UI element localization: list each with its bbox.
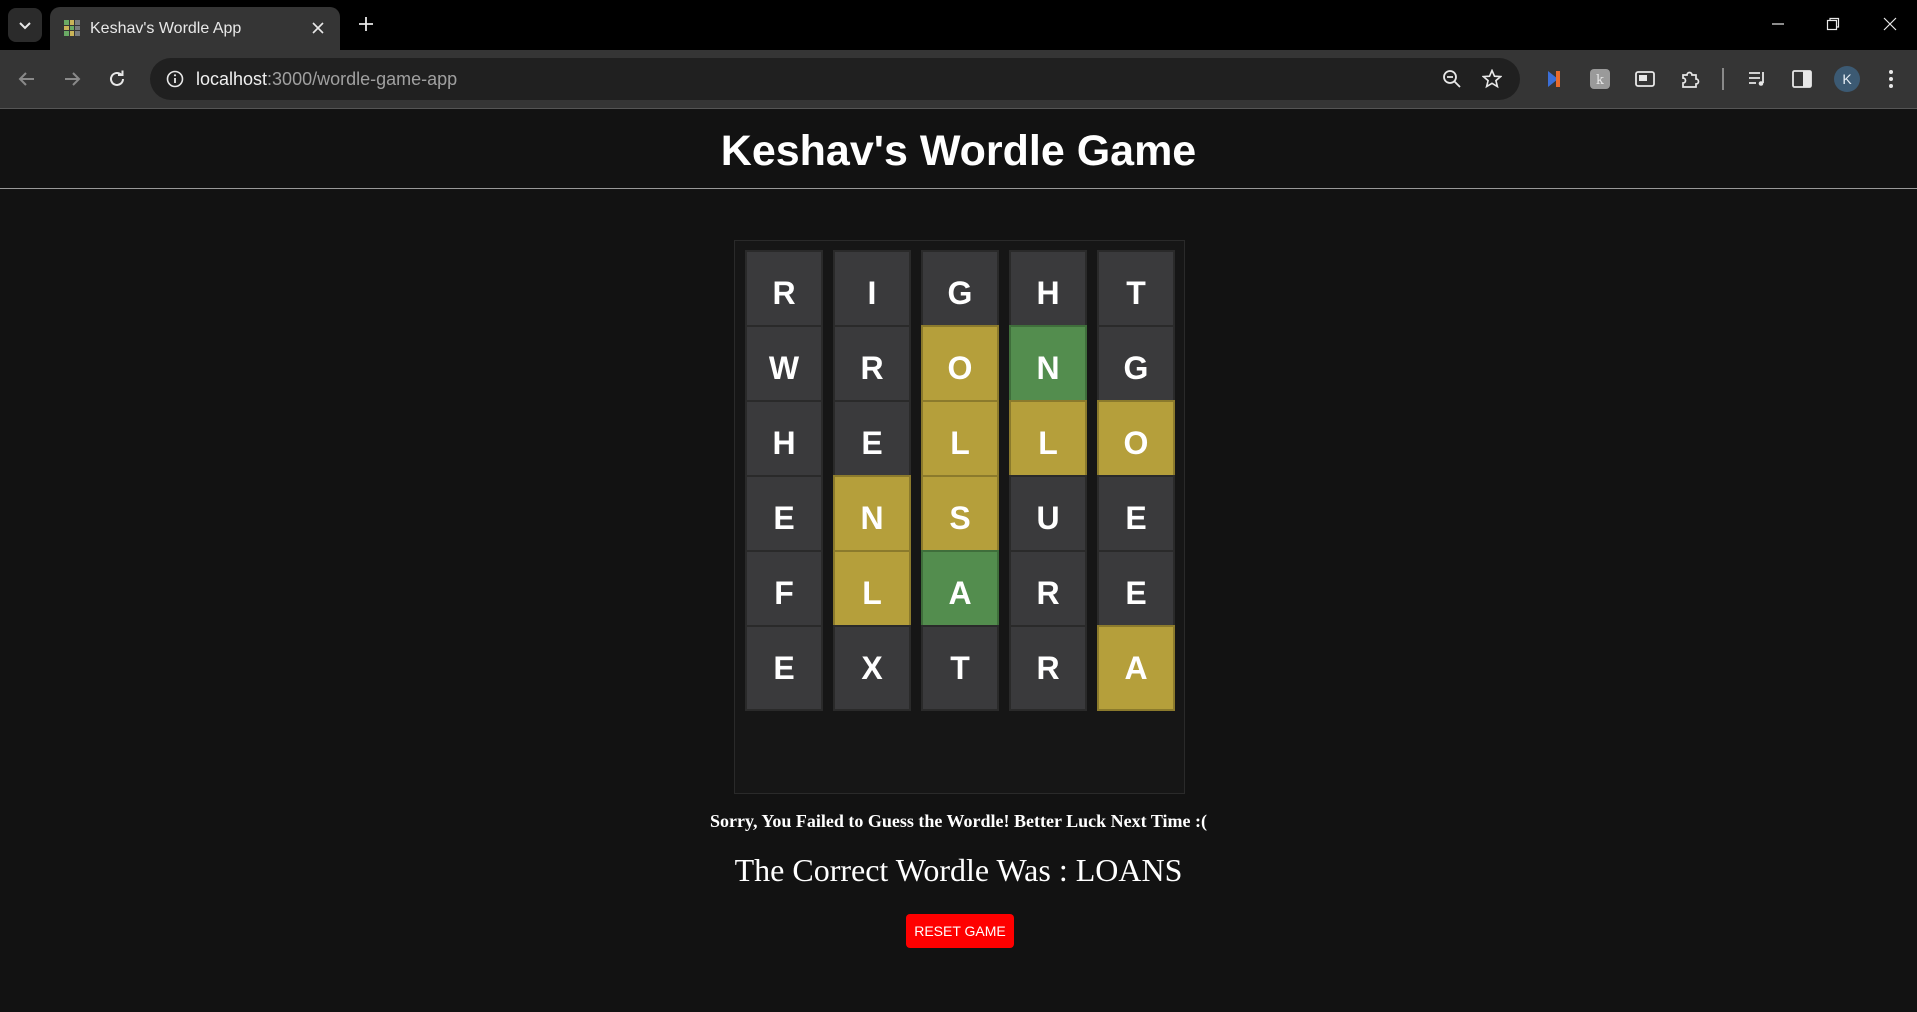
board-row: WRONG bbox=[745, 325, 1175, 411]
letter-tile: E bbox=[745, 625, 823, 711]
board-row: RIGHT bbox=[745, 250, 1175, 336]
zoom-out-icon[interactable] bbox=[1440, 67, 1464, 91]
letter-tile: E bbox=[1097, 550, 1175, 636]
page-title: Keshav's Wordle Game bbox=[720, 127, 1197, 175]
letter-tile: O bbox=[1097, 400, 1175, 486]
reload-icon[interactable] bbox=[100, 62, 134, 96]
site-info-icon[interactable] bbox=[162, 66, 188, 92]
board-row: ENSUE bbox=[745, 475, 1175, 561]
letter-tile: E bbox=[833, 400, 911, 486]
letter-tile: N bbox=[833, 475, 911, 561]
fail-message: Sorry, You Failed to Guess the Wordle! B… bbox=[710, 811, 1207, 831]
letter-tile: T bbox=[1097, 250, 1175, 336]
profile-avatar[interactable]: K bbox=[1834, 66, 1860, 92]
address-bar[interactable]: localhost:3000/wordle-game-app bbox=[150, 58, 1520, 100]
letter-tile: L bbox=[833, 550, 911, 636]
browser-tab-bar: Keshav's Wordle App bbox=[0, 0, 1917, 50]
letter-tile: A bbox=[921, 550, 999, 636]
board-row: FLARE bbox=[745, 550, 1175, 636]
minimize-icon[interactable] bbox=[1756, 6, 1800, 42]
letter-tile: S bbox=[921, 475, 999, 561]
page-header: Keshav's Wordle Game bbox=[0, 109, 1917, 189]
letter-tile: X bbox=[833, 625, 911, 711]
forward-arrow-icon[interactable] bbox=[55, 62, 89, 96]
back-arrow-icon[interactable] bbox=[10, 62, 44, 96]
puzzle-icon[interactable] bbox=[1677, 66, 1703, 92]
letter-tile: F bbox=[745, 550, 823, 636]
close-icon[interactable] bbox=[306, 16, 330, 40]
menu-dots-icon[interactable] bbox=[1878, 66, 1904, 92]
media-icon[interactable] bbox=[1632, 66, 1658, 92]
toolbar-divider bbox=[1722, 68, 1724, 90]
svg-text:k: k bbox=[1596, 73, 1604, 88]
extension-icon[interactable] bbox=[1542, 66, 1568, 92]
letter-tile: G bbox=[921, 250, 999, 336]
browser-toolbar: localhost:3000/wordle-game-app k K bbox=[0, 50, 1917, 108]
browser-tab[interactable]: Keshav's Wordle App bbox=[50, 7, 340, 50]
letter-tile: R bbox=[1009, 625, 1087, 711]
letter-tile: R bbox=[833, 325, 911, 411]
letter-tile: A bbox=[1097, 625, 1175, 711]
letter-tile: H bbox=[745, 400, 823, 486]
letter-tile: L bbox=[921, 400, 999, 486]
favicon-icon bbox=[64, 20, 80, 36]
close-window-icon[interactable] bbox=[1868, 6, 1912, 42]
sidepanel-icon[interactable] bbox=[1789, 66, 1815, 92]
correct-answer: The Correct Wordle Was : LOANS bbox=[734, 852, 1183, 888]
restore-icon[interactable] bbox=[1811, 6, 1855, 42]
extension-icon[interactable]: k bbox=[1587, 66, 1613, 92]
letter-tile: E bbox=[745, 475, 823, 561]
letter-tile: I bbox=[833, 250, 911, 336]
letter-tile: E bbox=[1097, 475, 1175, 561]
tab-title: Keshav's Wordle App bbox=[90, 20, 242, 37]
letter-tile: U bbox=[1009, 475, 1087, 561]
plus-icon[interactable] bbox=[352, 10, 380, 38]
letter-tile: T bbox=[921, 625, 999, 711]
letter-tile: N bbox=[1009, 325, 1087, 411]
wordle-board: RIGHTWRONGHELLOENSUEFLAREEXTRA bbox=[734, 240, 1185, 794]
letter-tile: W bbox=[745, 325, 823, 411]
letter-tile: R bbox=[1009, 550, 1087, 636]
letter-tile: H bbox=[1009, 250, 1087, 336]
media-controls-icon[interactable] bbox=[1745, 66, 1771, 92]
board-row: HELLO bbox=[745, 400, 1175, 486]
letter-tile: L bbox=[1009, 400, 1087, 486]
letter-tile: O bbox=[921, 325, 999, 411]
url-text: localhost:3000/wordle-game-app bbox=[196, 69, 458, 89]
reset-game-button[interactable]: RESET GAME bbox=[906, 914, 1014, 948]
letter-tile: G bbox=[1097, 325, 1175, 411]
tab-search-icon[interactable] bbox=[8, 8, 42, 42]
board-row: EXTRA bbox=[745, 625, 1175, 711]
star-icon[interactable] bbox=[1480, 67, 1504, 91]
letter-tile: R bbox=[745, 250, 823, 336]
